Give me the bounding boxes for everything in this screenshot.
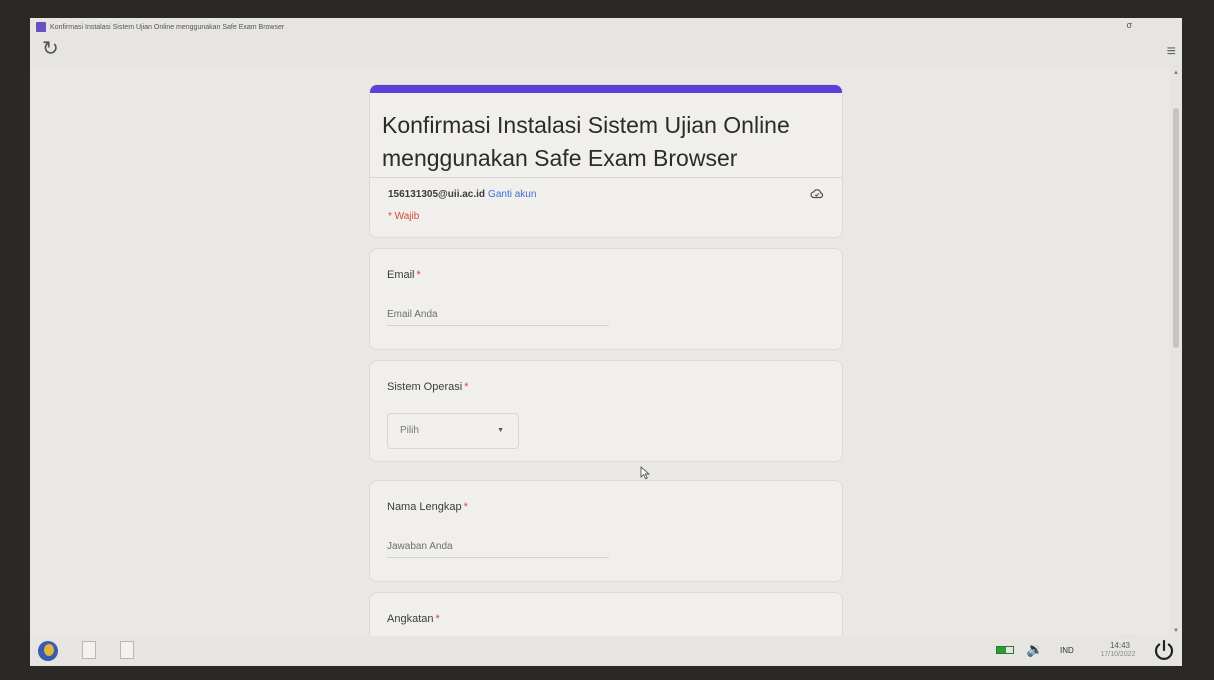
start-logo	[44, 644, 54, 656]
window-title: Konfirmasi Instalasi Sistem Ujian Online…	[50, 23, 285, 31]
page-content: Konfirmasi Instalasi Sistem Ujian Online…	[30, 68, 1170, 636]
form-accent-bar	[370, 85, 842, 93]
required-star: *	[464, 381, 469, 393]
required-star: *	[463, 501, 468, 513]
document-icon[interactable]	[82, 641, 96, 659]
question-label: Email *	[387, 269, 421, 281]
full-name-input[interactable]	[387, 535, 609, 558]
dropdown-arrow-icon: ▼	[497, 427, 504, 434]
clock-date: 17/10/2022	[1100, 651, 1136, 658]
scroll-thumb[interactable]	[1173, 108, 1179, 348]
volume-icon[interactable]: 🔉	[1026, 641, 1043, 657]
cursor-icon	[640, 466, 651, 480]
document-icon[interactable]	[120, 641, 134, 659]
taskbar: 🔉 IND 14:43 17/10/2022	[30, 636, 1182, 666]
question-angkatan: Angkatan *	[369, 592, 843, 636]
window-titlebar: Konfirmasi Instalasi Sistem Ujian Online…	[30, 18, 1182, 36]
question-label-text: Email	[387, 269, 415, 281]
battery-icon[interactable]	[996, 646, 1014, 654]
required-star: *	[416, 269, 421, 281]
question-label-text: Nama Lengkap	[387, 501, 462, 513]
form-title: Konfirmasi Instalasi Sistem Ujian Online…	[382, 112, 790, 171]
question-sistem-operasi: Sistem Operasi * Pilih ▼	[369, 360, 843, 462]
account-email: 156131305@uii.ac.id	[388, 189, 486, 200]
question-label-text: Angkatan	[387, 613, 434, 625]
email-input[interactable]	[387, 303, 609, 326]
power-icon[interactable]	[1152, 638, 1176, 662]
start-icon[interactable]	[38, 641, 58, 661]
battery-level	[997, 647, 1006, 653]
page-scrollbar[interactable]: ▲ ▼	[1170, 68, 1182, 636]
switch-account-link[interactable]: Ganti akun	[488, 189, 536, 200]
question-email: Email *	[369, 248, 843, 350]
scroll-up-icon[interactable]: ▲	[1173, 70, 1179, 76]
os-select[interactable]: Pilih ▼	[387, 413, 519, 449]
question-label: Sistem Operasi *	[387, 381, 468, 393]
account-line: 156131305@uii.ac.id Ganti akun	[388, 189, 536, 200]
screen: Konfirmasi Instalasi Sistem Ujian Online…	[30, 18, 1182, 666]
menu-icon[interactable]: ≡	[1167, 44, 1176, 60]
window-restore-button[interactable]: σ	[1126, 20, 1132, 30]
browser-toolbar: ↻ ≡	[30, 36, 1182, 68]
header-divider	[370, 177, 842, 178]
os-select-value: Pilih	[400, 425, 419, 436]
form-header-card: Konfirmasi Instalasi Sistem Ujian Online…	[369, 84, 843, 238]
required-star: *	[435, 613, 440, 625]
question-label: Nama Lengkap *	[387, 501, 468, 513]
app-icon	[36, 22, 46, 32]
question-label-text: Sistem Operasi	[387, 381, 463, 393]
question-nama-lengkap: Nama Lengkap *	[369, 480, 843, 582]
required-note: * Wajib	[388, 211, 420, 222]
language-indicator[interactable]: IND	[1060, 646, 1074, 655]
scroll-down-icon[interactable]: ▼	[1173, 628, 1179, 634]
reload-icon[interactable]: ↻	[42, 38, 59, 60]
cloud-icon	[810, 189, 824, 199]
question-label: Angkatan *	[387, 613, 440, 625]
clock-time: 14:43	[1109, 641, 1131, 650]
